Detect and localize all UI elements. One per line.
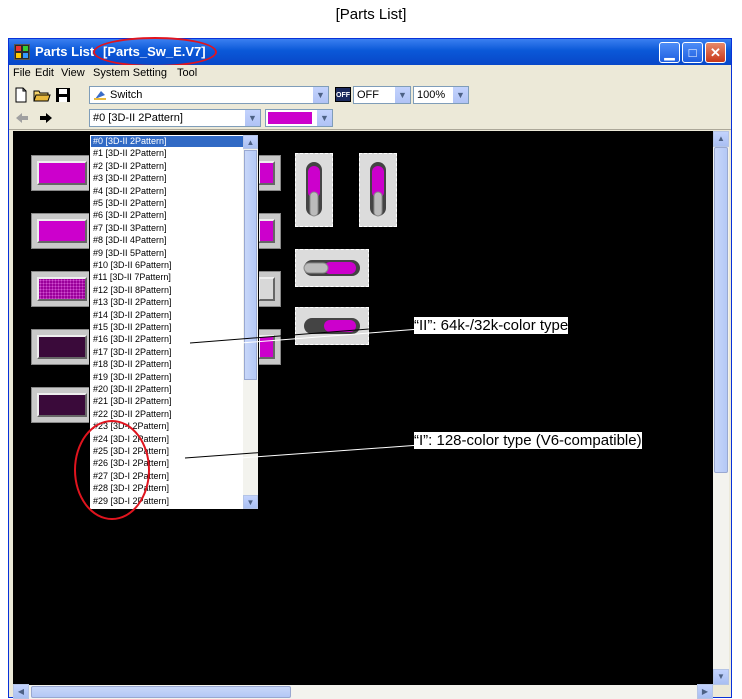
annotation-type-i: “I”: 128-color type (V6-compatible): [414, 432, 642, 449]
annotation-type-ii: “II”: 64k-/32k-color type: [414, 317, 569, 334]
annotation-lines: [184, 324, 421, 463]
highlight-circle-type-i: [74, 420, 150, 520]
